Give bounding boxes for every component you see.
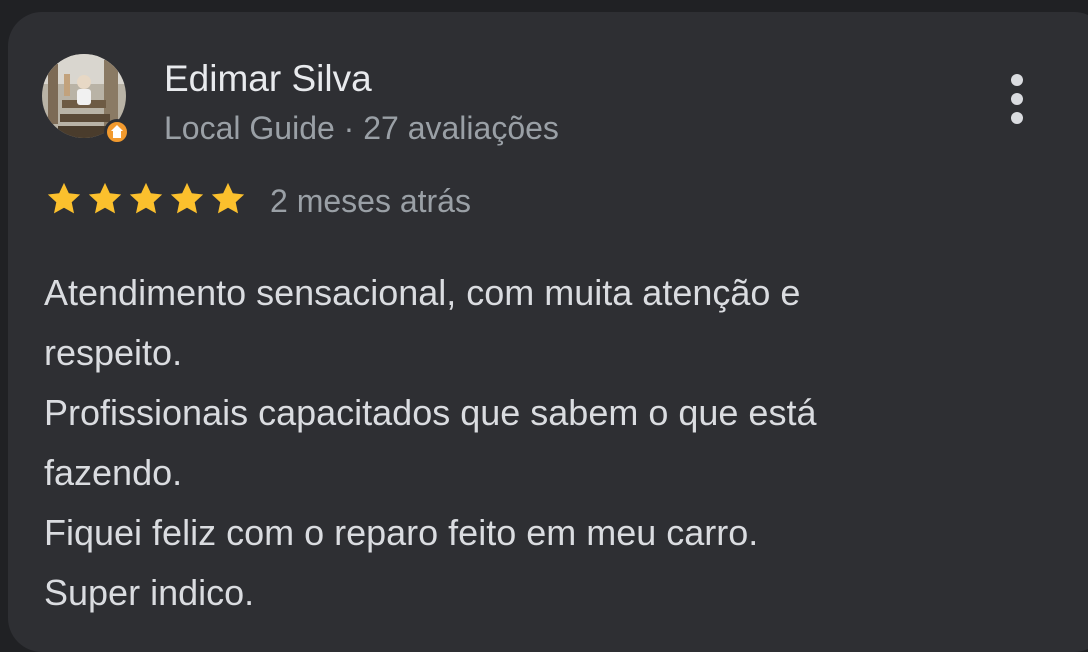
review-line: Super indico.	[44, 572, 255, 613]
star-icon	[47, 182, 81, 214]
review-line: Atendimento sensacional, com muita atenç…	[44, 272, 801, 313]
review-line: Fiquei feliz com o reparo feito em meu c…	[44, 512, 759, 553]
more-options-button[interactable]	[993, 68, 1041, 130]
review-line: fazendo.	[44, 452, 183, 493]
review-card: Edimar Silva Local Guide · 27 avaliações…	[8, 12, 1088, 652]
star-icon	[129, 182, 163, 214]
review-line: respeito.	[44, 332, 183, 373]
star-icon	[88, 182, 122, 214]
review-line: Profissionais capacitados que sabem o qu…	[44, 392, 817, 433]
star-icon	[211, 182, 245, 214]
star-rating	[44, 180, 248, 218]
more-vert-icon	[1011, 74, 1023, 86]
review-date: 2 meses atrás	[270, 183, 471, 219]
reviewer-meta: Local Guide · 27 avaliações	[164, 110, 559, 146]
review-text: Atendimento sensacional, com muita atenç…	[44, 263, 1044, 623]
local-guide-badge-icon	[104, 119, 130, 145]
reviewer-name[interactable]: Edimar Silva	[164, 58, 372, 100]
star-icon	[170, 182, 204, 214]
